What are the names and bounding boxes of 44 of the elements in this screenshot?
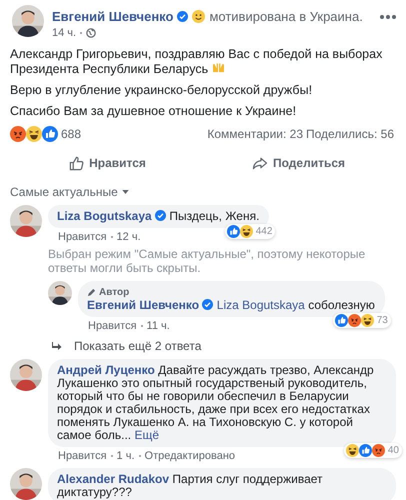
separator-dot	[138, 455, 141, 457]
sort-dropdown[interactable]: Самые актуальные	[0, 179, 139, 204]
reply-arrow-icon	[52, 342, 62, 350]
shares-count[interactable]: Поделились: 56	[306, 127, 394, 141]
comment-text: Андрей Луценко Давайте расуждать трезво, Александр Лукашенко это опытный государственый руководитель, который что бы не говорили обеспечил в Беларусии порядок и стабильность, даже при всех его недостатках поменять Лукашенко А. на Тихоновскую С. у которой самое боль... Ещё	[57, 363, 374, 442]
reactions-pill[interactable]: 73	[332, 313, 391, 328]
feeling-text: мотивирована в Украина.	[209, 9, 363, 24]
comment-meta: 1 ч.	[116, 450, 135, 462]
show-more-replies-button[interactable]: Показать ещё 2 ответа	[48, 332, 202, 353]
caret-icon	[122, 190, 129, 194]
like-link[interactable]: Нравится	[58, 450, 107, 462]
thumbs-up-icon	[69, 156, 84, 170]
separator-dot	[110, 236, 113, 238]
pencil-icon	[87, 288, 96, 297]
like-link[interactable]: Нравится	[88, 320, 137, 332]
smiling-face-icon	[192, 10, 206, 23]
comment-text: Liza Bogutskaya Пыздець, Женя.	[57, 209, 260, 223]
comment-meta: 11 ч.	[146, 320, 170, 332]
author-name[interactable]: Евгений Шевченко	[52, 9, 174, 24]
comment-meta: 12 ч.	[116, 231, 141, 243]
comments-count[interactable]: Комментарии: 23	[207, 127, 303, 141]
reaction-count: 73	[376, 314, 388, 327]
separator-dot	[140, 325, 143, 327]
reaction-count: 442	[256, 225, 272, 238]
post-text: Спасибо Вам за душевное отношение к Украине!	[10, 104, 298, 119]
like-link[interactable]: Нравится	[58, 231, 107, 243]
comment-text: Alexander Rudakov Партия слуг поддерживает диктатуру???	[57, 472, 323, 499]
share-button[interactable]: Поделиться	[203, 149, 394, 177]
reaction-count[interactable]: 688	[61, 127, 82, 141]
comment-text: Евгений Шевченко Liza Bogutskaya соболезную	[87, 298, 375, 312]
reactions-pill[interactable]: 442	[224, 224, 276, 239]
like-button[interactable]: Нравится	[12, 149, 203, 177]
notice-text: Выбран режим "Самые актуальные", поэтому некоторые ответы могли быть скрыты.	[48, 247, 366, 275]
reaction-count: 40	[388, 444, 399, 457]
post-text: Верю в углубление украинско-белорусской дружбы!	[10, 83, 314, 98]
comment-meta: Отредактировано	[144, 450, 236, 462]
post-text: Александр Григорьевич, поздравляю Вас с победой на выборах Президента Республики Беларусь	[10, 47, 384, 77]
post-time[interactable]: 14 ч.	[52, 27, 76, 39]
reactions-pill[interactable]: 40	[344, 443, 402, 458]
author-label: Автор	[99, 286, 130, 299]
share-arrow-icon	[252, 156, 268, 170]
separator-dot	[110, 455, 113, 457]
see-more-link[interactable]: Ещё	[134, 428, 160, 442]
separator-dot	[80, 32, 82, 34]
